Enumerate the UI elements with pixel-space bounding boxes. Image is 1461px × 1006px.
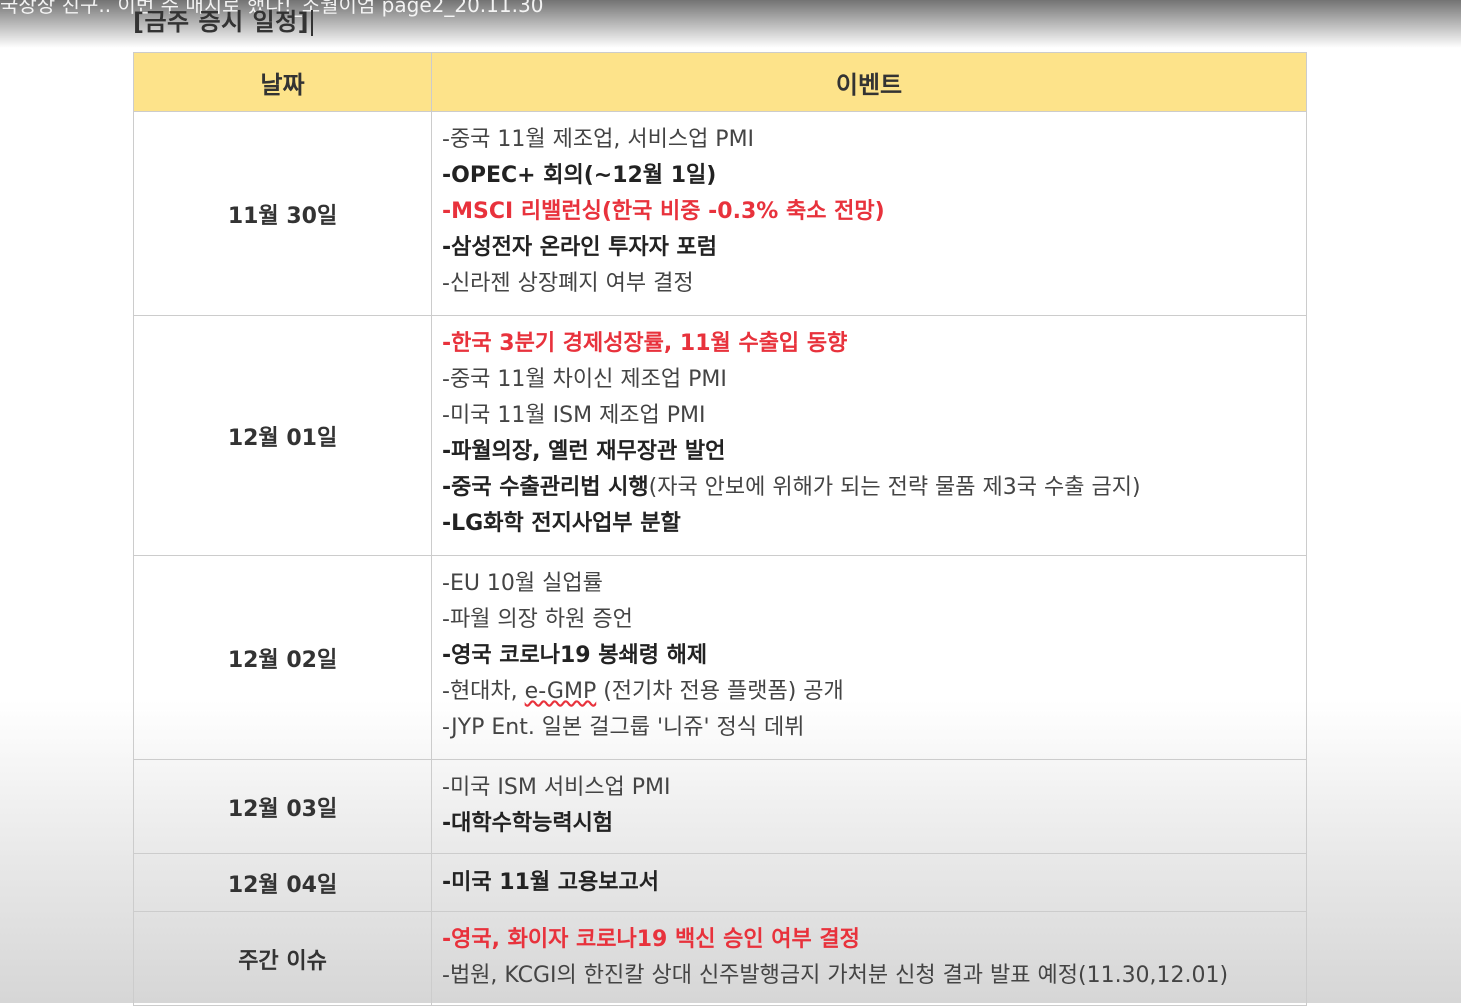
row-date: 12월 02일: [133, 555, 432, 760]
column-header-event: 이벤트: [431, 52, 1307, 112]
text-cursor: [311, 10, 314, 36]
event-item: -중국 수출관리법 시행(자국 안보에 위해가 되는 전략 물품 제3국 수출 …: [442, 470, 1306, 506]
event-item-note: (자국 안보에 위해가 되는 전략 물품 제3국 수출 금지): [648, 475, 1141, 500]
event-item: -중국 11월 차이신 제조업 PMI: [442, 367, 727, 392]
event-item-spellcheck-word: e-GMP: [524, 679, 597, 704]
event-item: -미국 11월 ISM 제조업 PMI: [442, 403, 706, 428]
event-item-text: (전기차 전용 플랫폼) 공개: [596, 679, 844, 704]
event-item: -EU 10월 실업률: [442, 571, 603, 596]
row-events: -미국 ISM 서비스업 PMI -대학수학능력시험: [431, 759, 1307, 854]
row-date: 12월 04일: [133, 853, 432, 912]
event-item: -법원, KCGI의 한진칼 상대 신주발행금지 가처분 신청 결과 발표 예정…: [442, 963, 1229, 988]
event-item: -MSCI 리밸런싱(한국 비중 -0.3% 축소 전망): [442, 199, 885, 224]
table-header-row: 날짜 이벤트: [133, 52, 1307, 112]
event-item: -삼성전자 온라인 투자자 포럼: [442, 235, 717, 260]
row-events: -EU 10월 실업률 -파월 의장 하원 증언 -영국 코로나19 봉쇄령 해…: [431, 555, 1307, 760]
table-row: 12월 02일 -EU 10월 실업률 -파월 의장 하원 증언 -영국 코로나…: [133, 555, 1307, 760]
schedule-table: 날짜 이벤트 11월 30일 -중국 11월 제조업, 서비스업 PMI -OP…: [133, 52, 1307, 1006]
table-row: 12월 03일 -미국 ISM 서비스업 PMI -대학수학능력시험: [133, 759, 1307, 854]
event-item: -파월의장, 옐런 재무장관 발언: [442, 439, 726, 464]
table-row: 주간 이슈 -영국, 화이자 코로나19 백신 승인 여부 결정 -법원, KC…: [133, 911, 1307, 1006]
event-item: -OPEC+ 회의(~12월 1일): [442, 163, 717, 188]
row-date: 11월 30일: [133, 111, 432, 316]
row-date: 주간 이슈: [133, 911, 432, 1006]
table-row: 11월 30일 -중국 11월 제조업, 서비스업 PMI -OPEC+ 회의(…: [133, 111, 1307, 316]
row-events: -영국, 화이자 코로나19 백신 승인 여부 결정 -법원, KCGI의 한진…: [431, 911, 1307, 1006]
event-item-text: -중국 수출관리법 시행: [442, 475, 649, 500]
row-events: -한국 3분기 경제성장률, 11월 수출입 동향 -중국 11월 차이신 제조…: [431, 315, 1307, 556]
document-heading: [금주 증시 일정]: [133, 2, 314, 37]
row-events: -미국 11월 고용보고서: [431, 853, 1307, 912]
event-item: -중국 11월 제조업, 서비스업 PMI: [442, 127, 755, 152]
event-item: -대학수학능력시험: [442, 811, 614, 836]
event-item: -LG화학 전지사업부 분할: [442, 511, 681, 536]
event-item-text: -현대차,: [442, 679, 525, 704]
event-item: -현대차, e-GMP (전기차 전용 플랫폼) 공개: [442, 674, 1306, 710]
column-header-date: 날짜: [133, 52, 432, 112]
table-row: 12월 04일 -미국 11월 고용보고서: [133, 853, 1307, 912]
table-row: 12월 01일 -한국 3분기 경제성장률, 11월 수출입 동향 -중국 11…: [133, 315, 1307, 556]
event-item: -미국 ISM 서비스업 PMI: [442, 775, 671, 800]
event-item: -한국 3분기 경제성장률, 11월 수출입 동향: [442, 331, 848, 356]
event-item: -미국 11월 고용보고서: [442, 869, 659, 895]
document-heading-text: [금주 증시 일정]: [133, 8, 310, 36]
event-item: -신라젠 상장폐지 여부 결정: [442, 271, 694, 296]
event-item: -영국 코로나19 봉쇄령 해제: [442, 643, 708, 668]
event-item: -파월 의장 하원 증언: [442, 607, 633, 632]
event-item: -JYP Ent. 일본 걸그룹 '니쥬' 정식 데뷔: [442, 715, 805, 740]
row-events: -중국 11월 제조업, 서비스업 PMI -OPEC+ 회의(~12월 1일)…: [431, 111, 1307, 316]
row-date: 12월 03일: [133, 759, 432, 854]
row-date: 12월 01일: [133, 315, 432, 556]
event-item: -영국, 화이자 코로나19 백신 승인 여부 결정: [442, 927, 860, 952]
